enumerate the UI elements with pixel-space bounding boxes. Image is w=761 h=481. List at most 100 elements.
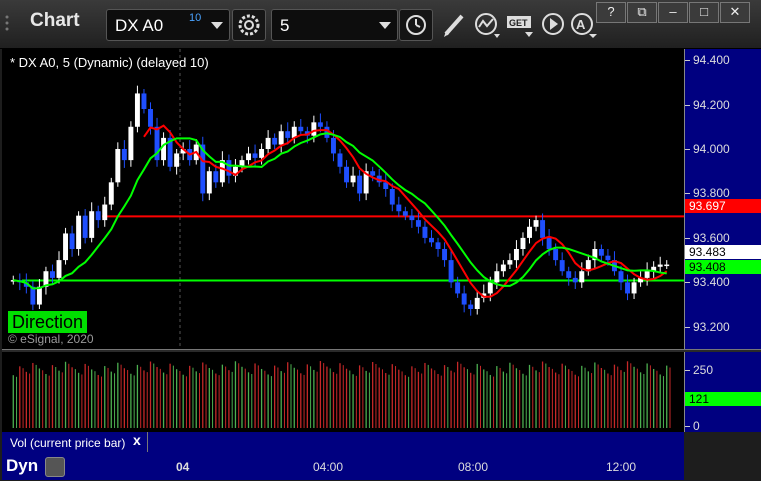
candle-body xyxy=(278,131,284,145)
price-tick-label: 94.200 xyxy=(693,97,730,112)
candle-body xyxy=(389,189,395,205)
candle-body xyxy=(605,255,611,261)
candle-body xyxy=(265,137,271,149)
title-bar: Chart DX A0 10 5 GET A ? ⧉ – □ ✕ xyxy=(0,0,761,49)
play-icon[interactable] xyxy=(540,10,570,40)
lock-icon[interactable] xyxy=(45,457,65,477)
candle-body xyxy=(631,282,637,294)
candle-body xyxy=(429,237,434,243)
help-button[interactable]: ? xyxy=(596,2,626,23)
candle-body xyxy=(206,171,212,194)
svg-text:GET: GET xyxy=(509,18,528,28)
interval-dropdown-icon[interactable] xyxy=(379,22,391,29)
candle-body xyxy=(95,211,101,221)
candle-body xyxy=(102,204,108,221)
candle-body xyxy=(128,126,134,161)
symbol-input[interactable]: DX A0 10 xyxy=(106,9,230,41)
clock-icon xyxy=(406,15,426,35)
price-tick-label: 94.000 xyxy=(693,142,730,156)
candle-body xyxy=(259,149,265,158)
close-button[interactable]: ✕ xyxy=(720,2,750,23)
candle-body xyxy=(409,215,415,221)
price-tick-mark xyxy=(685,149,690,150)
candle-body xyxy=(350,175,356,183)
get-icon[interactable]: GET xyxy=(505,10,535,40)
volume-chart[interactable] xyxy=(2,352,684,432)
interval-value: 5 xyxy=(280,16,290,35)
candle-body xyxy=(415,220,421,227)
candle-body xyxy=(657,264,663,267)
volume-label-bar: Vol (current price bar) x xyxy=(2,432,684,452)
candle-body xyxy=(285,131,291,138)
candle-body xyxy=(566,271,572,278)
candle-body xyxy=(559,260,565,272)
price-tick-mark xyxy=(685,60,690,62)
candle-body xyxy=(644,271,650,278)
restore-button[interactable]: ⧉ xyxy=(627,2,657,23)
candle-body xyxy=(455,282,461,294)
price-tick-label: 93.600 xyxy=(693,230,730,245)
candle-body xyxy=(546,237,552,249)
candle-body xyxy=(527,226,532,238)
price-tick-mark xyxy=(685,193,690,195)
dyn-label: Dyn xyxy=(6,456,39,475)
study-icon[interactable] xyxy=(472,10,502,40)
candle-body xyxy=(507,260,513,265)
maximize-button[interactable]: □ xyxy=(689,2,719,23)
minimize-button[interactable]: – xyxy=(658,2,688,23)
candle-body xyxy=(56,260,62,278)
candle-body xyxy=(148,109,153,127)
candle-body xyxy=(435,242,441,249)
settings-button[interactable] xyxy=(232,9,266,41)
pencil-icon[interactable] xyxy=(440,10,470,40)
candle-body xyxy=(618,271,624,283)
price-axis[interactable]: 94.400 94.200 94.000 93.800 93.600 93.400 93.2… xyxy=(684,49,761,349)
time-axis[interactable]: Dyn 04 04:00 08:00 12:00 xyxy=(2,452,684,480)
candle-body xyxy=(579,271,585,283)
candle-body xyxy=(598,249,604,256)
price-tick-label: 93.400 xyxy=(693,275,730,290)
candle-body xyxy=(50,271,55,278)
candle-body xyxy=(461,293,467,305)
interval-input[interactable]: 5 xyxy=(271,9,398,41)
candle-body xyxy=(500,264,506,272)
candle-body xyxy=(213,171,219,183)
candle-body xyxy=(494,271,500,283)
symbol-delay-badge: 10 xyxy=(189,12,202,24)
time-label-0400: 04:00 xyxy=(313,460,344,474)
last-price-tag: 93.483 xyxy=(685,245,761,259)
candle-body xyxy=(487,282,493,294)
copyright-text: © eSignal, 2020 xyxy=(8,332,94,346)
volume-chart-svg xyxy=(12,361,671,428)
candle-body xyxy=(448,260,454,283)
level-tag-green: 93.408 xyxy=(685,260,761,274)
volume-tick-250: 250 xyxy=(693,363,714,377)
candle-body xyxy=(36,286,42,305)
grip-icon[interactable] xyxy=(4,14,24,34)
candle-body xyxy=(357,175,363,194)
volume-axis: 250 0 121 xyxy=(684,352,761,433)
candle-body xyxy=(63,233,69,261)
candle-body xyxy=(572,277,578,283)
candle-body xyxy=(344,166,350,183)
symbol-dropdown-icon[interactable] xyxy=(211,22,223,29)
candle-body xyxy=(513,249,519,261)
candle-body xyxy=(69,233,75,249)
price-chart[interactable]: * DX A0, 5 (Dynamic) (delayed 10) Direct… xyxy=(2,49,684,349)
candle-body xyxy=(396,204,402,212)
app-title: Chart xyxy=(30,10,80,31)
candle-body xyxy=(246,153,251,161)
gear-icon xyxy=(238,14,260,36)
candle-body xyxy=(252,153,258,158)
candle-body xyxy=(533,220,539,227)
volume-tag: 121 xyxy=(685,392,761,406)
candle-body xyxy=(121,149,127,161)
price-tick-mark xyxy=(685,326,690,328)
time-label-04: 04 xyxy=(176,460,190,474)
candle-body xyxy=(664,264,670,267)
level-tag-red: 93.697 xyxy=(685,199,761,213)
price-tick-label: 93.200 xyxy=(693,319,730,334)
candle-body xyxy=(468,304,474,309)
candle-body xyxy=(474,297,480,309)
time-button[interactable] xyxy=(399,9,433,41)
